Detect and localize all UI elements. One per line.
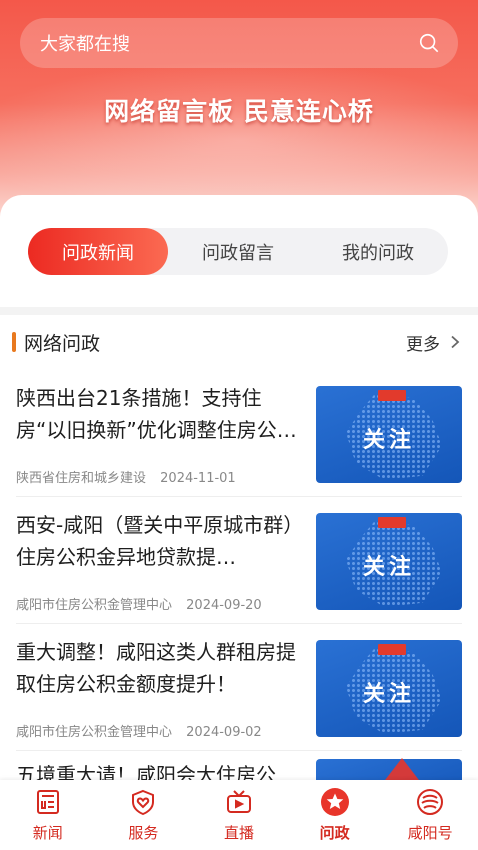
section-divider [0,307,478,315]
star-icon[interactable] [319,786,351,818]
xianyang-logo-icon[interactable] [414,786,446,818]
tabbar-label[interactable]: 新闻 [33,822,63,843]
tabbar-label[interactable]: 咸阳号 [408,822,453,843]
news-item[interactable]: 陕西出台21条措施！支持住房“以旧换新”优化调整住房公… 陕西省住房和城乡建设 … [16,370,462,497]
news-title[interactable]: 西安-咸阳（暨关中平原城市群）住房公积金异地贷款提… [16,509,306,573]
search-bar[interactable]: 大家都在搜 [20,18,458,68]
tabbar-item-inquiry[interactable]: 问政 [287,780,383,850]
news-source: 咸阳市住房公积金管理中心 [16,725,173,740]
thumbnail-text: 关注 [362,682,415,707]
tv-icon[interactable] [223,786,255,818]
news-thumbnail[interactable]: 关注 [316,386,462,483]
search-placeholder[interactable]: 大家都在搜 [40,30,418,56]
tabbar-item-news[interactable]: 新闻 [0,780,96,850]
newspaper-icon[interactable] [32,786,64,818]
news-source: 咸阳市住房公积金管理中心 [16,598,173,613]
news-date: 2024-11-01 [160,471,236,486]
segment-tabs: 问政新闻 问政留言 我的问政 [28,228,448,275]
tabbar-item-xianyang[interactable]: 咸阳号 [382,780,478,850]
news-meta: 咸阳市住房公积金管理中心 2024-09-02 [16,721,262,740]
news-item[interactable]: 重大调整！咸阳这类人群租房提取住房公积金额度提升！ 咸阳市住房公积金管理中心 2… [16,624,462,751]
tabbar-label[interactable]: 问政 [320,822,350,843]
thumbnail-badge [378,644,406,655]
more-label[interactable]: 更多 [406,330,440,355]
news-thumbnail[interactable]: 关注 [316,513,462,610]
news-title[interactable]: 重大调整！咸阳这类人群租房提取住房公积金额度提升！ [16,636,306,700]
news-meta: 咸阳市住房公积金管理中心 2024-09-20 [16,594,262,613]
thumbnail-text: 关注 [362,555,415,580]
news-meta: 陕西省住房和城乡建设 2024-11-01 [16,467,236,486]
more-link[interactable]: 更多 [406,330,462,355]
section-accent-bar [12,332,16,352]
section-title: 网络问政 [24,332,101,355]
news-date: 2024-09-02 [186,725,262,740]
news-list: 陕西出台21条措施！支持住房“以旧换新”优化调整住房公… 陕西省住房和城乡建设 … [0,370,478,811]
bottom-tab-bar: 新闻 服务 直播 问政 咸阳号 [0,780,478,850]
tab-my-inquiries[interactable]: 我的问政 [308,228,448,275]
tabbar-item-live[interactable]: 直播 [191,780,287,850]
news-thumbnail[interactable]: 关注 [316,640,462,737]
tabbar-label[interactable]: 直播 [224,822,254,843]
news-item[interactable]: 西安-咸阳（暨关中平原城市群）住房公积金异地贷款提… 咸阳市住房公积金管理中心 … [16,497,462,624]
thumbnail-badge [378,390,406,401]
chevron-right-icon[interactable] [448,335,462,349]
shield-heart-icon[interactable] [127,786,159,818]
tab-panel: 问政新闻 问政留言 我的问政 [0,195,478,307]
thumbnail-text: 关注 [362,428,415,453]
tab-news[interactable]: 问政新闻 [28,228,168,275]
news-title[interactable]: 陕西出台21条措施！支持住房“以旧换新”优化调整住房公… [16,382,306,446]
thumbnail-badge [378,517,406,528]
tabbar-item-service[interactable]: 服务 [96,780,192,850]
banner-slogan: 网络留言板 民意连心桥 [104,97,374,126]
section-header: 网络问政 更多 [0,318,478,366]
tabbar-label[interactable]: 服务 [128,822,158,843]
tab-messages[interactable]: 问政留言 [168,228,308,275]
news-source: 陕西省住房和城乡建设 [16,471,147,486]
news-date: 2024-09-20 [186,598,262,613]
search-icon[interactable] [418,32,440,54]
